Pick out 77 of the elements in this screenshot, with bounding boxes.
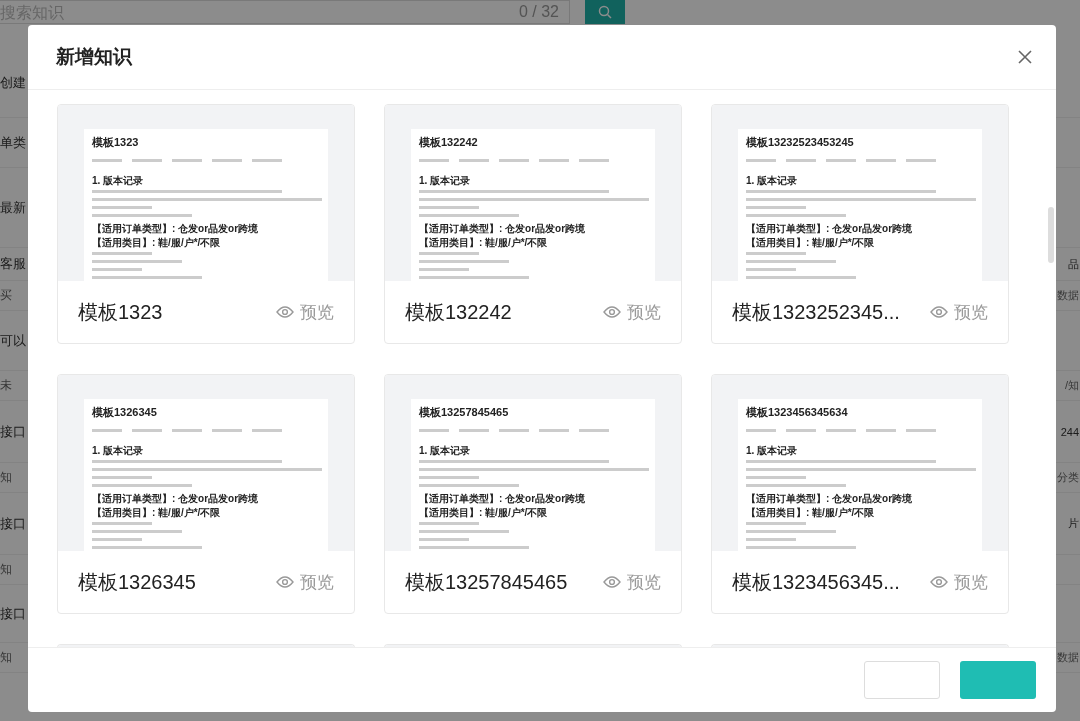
preview-button[interactable]: 预览 — [603, 300, 661, 324]
template-card[interactable]: 模板1326345 1. 版本记录 【适用订单类型】: 仓发or品发or跨境 【适用类目】: 鞋/服/户*/不限 模板1326345 预览 — [57, 374, 355, 614]
document-heading: 1. 版本记录 — [92, 444, 145, 458]
document-text: 【适用订单类型】: 仓发or品发or跨境 — [419, 222, 587, 236]
eye-icon — [276, 576, 294, 588]
document-title: 模板13257845465 — [419, 405, 510, 420]
eye-icon — [930, 576, 948, 588]
list-item-title: 244 — [1060, 425, 1079, 438]
list-item-title: 单类 — [0, 133, 26, 152]
list-item-title: 接口 — [0, 514, 26, 533]
list-item-meta: 未 — [0, 377, 12, 394]
template-card[interactable]: 模板13257845465 1. 版本记录 【适用订单类型】: 仓发or品发or跨境 【适用类目】: 鞋/服/户*/不限 模板13257845465 预览 — [384, 374, 682, 614]
primary-button[interactable] — [960, 661, 1036, 699]
template-name: 模板1323252345... — [732, 299, 900, 325]
document-text: 【适用类目】: 鞋/服/户*/不限 — [746, 506, 876, 520]
eye-icon — [276, 306, 294, 318]
document-title: 模板13232523453245 — [746, 135, 855, 150]
eye-icon — [603, 306, 621, 318]
preview-button[interactable]: 预览 — [276, 570, 334, 594]
eye-icon — [603, 576, 621, 588]
document-text: 【适用类目】: 鞋/服/户*/不限 — [92, 236, 222, 250]
list-item-title: 接口 — [0, 604, 26, 623]
template-name: 模板132242 — [405, 299, 512, 325]
template-card[interactable]: 模板1323456345634 1. 版本记录 【适用订单类型】: 仓发or品发or跨境 【适用类目】: 鞋/服/户*/不限 模板1323456345... 预览 — [711, 374, 1009, 614]
search-button[interactable] — [585, 0, 625, 24]
document-title: 模板1323 — [92, 135, 140, 150]
document-text: 【适用类目】: 鞋/服/户*/不限 — [746, 236, 876, 250]
document-heading: 1. 版本记录 — [419, 174, 472, 188]
list-item-meta: /知 — [1064, 378, 1079, 393]
close-button[interactable] — [1018, 50, 1032, 64]
document-text: 【适用订单类型】: 仓发or品发or跨境 — [419, 492, 587, 506]
list-item-title: 创建 — [0, 73, 26, 92]
document-heading: 1. 版本记录 — [419, 444, 472, 458]
document-text: 【适用类目】: 鞋/服/户*/不限 — [92, 506, 222, 520]
document-heading: 1. 版本记录 — [746, 444, 799, 458]
list-item-title: 客服 — [0, 255, 26, 273]
document-title: 模板1326345 — [92, 405, 158, 420]
template-card[interactable]: 模板1323 1. 版本记录 【适用订单类型】: 仓发or品发or跨境 【适用类目】: 鞋/服/户*/不限 模板1323 预览 — [57, 104, 355, 344]
secondary-button[interactable] — [864, 661, 940, 699]
list-item-title: 品 — [1068, 256, 1079, 272]
document-title: 模板1323456345634 — [746, 405, 849, 420]
template-card[interactable]: 模板13232523453245 1. 版本记录 【适用订单类型】: 仓发or品发or跨境 【适用类目】: 鞋/服/户*/不限 模板1323252345... 预览 — [711, 104, 1009, 344]
list-item-meta: 知 — [0, 469, 12, 486]
list-item-meta: 买 — [0, 287, 12, 304]
list-item-title: 可以 — [0, 331, 26, 350]
close-icon — [1018, 50, 1032, 64]
scrollbar-thumb[interactable] — [1048, 207, 1054, 263]
eye-icon — [930, 306, 948, 318]
preview-button[interactable]: 预览 — [603, 570, 661, 594]
preview-button[interactable]: 预览 — [930, 300, 988, 324]
list-item-title: 片 — [1068, 516, 1079, 531]
template-name: 模板1323456345... — [732, 569, 900, 595]
document-heading: 1. 版本记录 — [92, 174, 145, 188]
document-text: 【适用订单类型】: 仓发or品发or跨境 — [746, 492, 914, 506]
list-item-title: 最新 — [0, 198, 26, 217]
document-text: 【适用类目】: 鞋/服/户*/不限 — [419, 236, 549, 250]
document-text: 【适用订单类型】: 仓发or品发or跨境 — [92, 492, 260, 506]
search-icon — [598, 5, 612, 19]
result-count: 0 / 32 — [518, 3, 559, 21]
list-item-meta: 数据 — [1057, 288, 1079, 303]
template-name: 模板1323 — [78, 299, 163, 325]
document-text: 【适用订单类型】: 仓发or品发or跨境 — [746, 222, 914, 236]
document-heading: 1. 版本记录 — [746, 174, 799, 188]
list-item-meta: 数据 — [1057, 650, 1079, 665]
template-card[interactable]: 模板132242 1. 版本记录 【适用订单类型】: 仓发or品发or跨境 【适用类目】: 鞋/服/户*/不限 模板132242 预览 — [384, 104, 682, 344]
document-title: 模板132242 — [419, 135, 479, 150]
document-text: 【适用类目】: 鞋/服/户*/不限 — [419, 506, 549, 520]
preview-button[interactable]: 预览 — [276, 300, 334, 324]
list-item-meta: 分类 — [1057, 470, 1079, 485]
modal-title: 新增知识 — [56, 45, 132, 69]
document-text: 【适用订单类型】: 仓发or品发or跨境 — [92, 222, 260, 236]
list-item-title: 接口 — [0, 422, 26, 441]
template-name: 模板13257845465 — [405, 569, 568, 595]
template-name: 模板1326345 — [78, 569, 196, 595]
list-item-meta: 知 — [0, 561, 12, 578]
preview-button[interactable]: 预览 — [930, 570, 988, 594]
list-item-meta: 知 — [0, 649, 12, 666]
